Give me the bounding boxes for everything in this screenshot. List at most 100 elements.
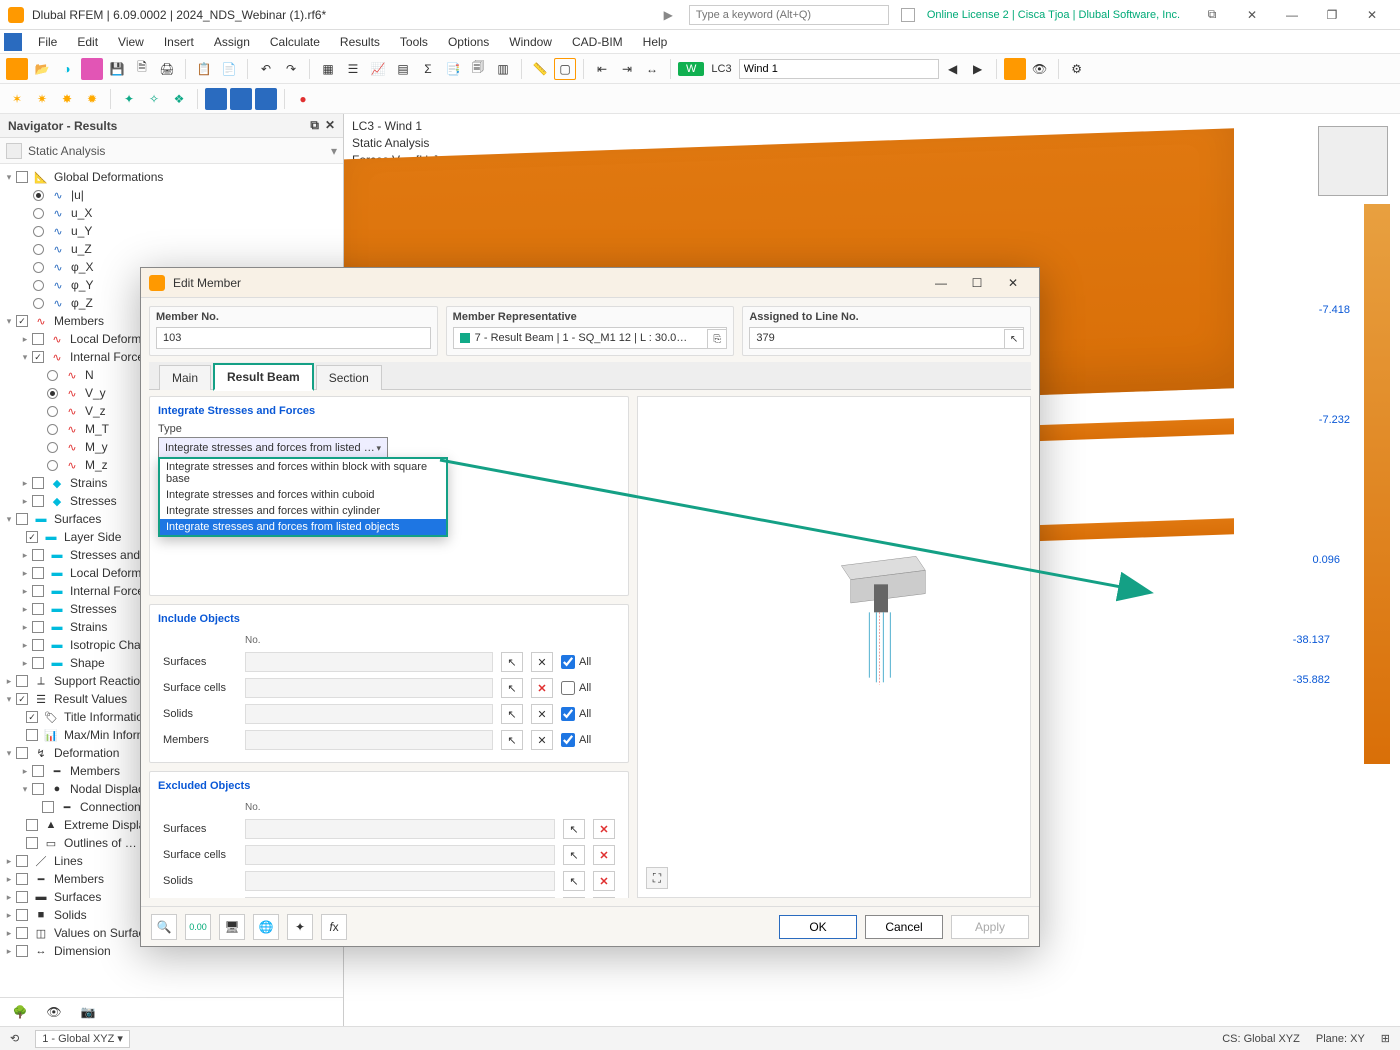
dialog-titlebar[interactable]: Edit Member — ☐ ✕ [141,268,1039,298]
fx-icon[interactable]: fx [321,914,347,940]
clear-icon[interactable]: ✕ [593,845,615,865]
result-off-icon[interactable]: 👁 [1029,58,1051,80]
tree-mz[interactable]: M_z [85,458,108,472]
rep-pick-icon[interactable]: ⎘ [707,329,727,349]
sheet-icon[interactable]: ▥ [492,58,514,80]
star2-icon[interactable]: ✷ [31,88,53,110]
new-icon[interactable] [6,58,28,80]
ok-button[interactable]: OK [779,915,857,939]
result-on-icon[interactable] [1004,58,1026,80]
menu-view[interactable]: View [108,30,154,54]
dialog-preview[interactable]: ⛶ [637,396,1031,898]
tree-ux[interactable]: u_X [71,206,92,220]
menu-logo-icon[interactable] [4,33,22,51]
next-icon[interactable]: ▶ [967,58,989,80]
close-sub-icon[interactable]: ✕ [1232,1,1272,29]
tree-phix[interactable]: φ_X [71,260,93,274]
type-combo[interactable]: Integrate stresses and forces from liste… [158,437,388,459]
tree-surfaces[interactable]: Surfaces [54,512,101,526]
help-icon[interactable]: 🔍 [151,914,177,940]
doc-icon[interactable]: 🗐 [467,58,489,80]
menu-cadbim[interactable]: CAD-BIM [562,30,633,54]
star3-icon[interactable]: ✸ [56,88,78,110]
tree-shape[interactable]: Shape [70,656,105,670]
grid-icon[interactable]: ▤ [392,58,414,80]
stretch-icon[interactable]: ↔ [641,58,663,80]
table-icon[interactable]: ▦ [317,58,339,80]
menu-assign[interactable]: Assign [204,30,260,54]
tree-solids[interactable]: Solids [54,908,87,922]
pin-icon[interactable]: ⧉ [310,118,319,133]
clear-icon[interactable]: ✕ [531,730,553,750]
exc-solids-input[interactable] [245,871,555,891]
menu-help[interactable]: Help [633,30,678,54]
inc-solids-all[interactable] [561,707,575,721]
dialog-minimize-icon[interactable]: — [923,271,959,295]
open-icon[interactable]: 📂 [31,58,53,80]
inc-members-input[interactable] [245,730,493,750]
cloud-icon[interactable]: ◑ [56,58,78,80]
menu-insert[interactable]: Insert [154,30,204,54]
preview-tool-icon[interactable]: ⛶ [646,867,668,889]
maximize-button[interactable]: ❐ [1312,1,1352,29]
report-icon[interactable]: 📑 [442,58,464,80]
nav-data-icon[interactable]: 🌳 [8,1002,32,1022]
inc-members-all[interactable] [561,733,575,747]
dd-option-block[interactable]: Integrate stresses and forces within blo… [160,459,446,487]
tree-result-vals[interactable]: Result Values [54,692,127,706]
highlight-icon[interactable]: ▢ [554,58,576,80]
tree-surfaces2[interactable]: Surfaces [54,890,101,904]
inc-surfaces-all[interactable] [561,655,575,669]
tree1-icon[interactable]: ✦ [118,88,140,110]
cancel-button[interactable]: Cancel [865,915,943,939]
units-icon[interactable]: 0.00 [185,914,211,940]
cube2-icon[interactable] [230,88,252,110]
clear-icon[interactable]: ✕ [593,897,615,898]
pick-icon[interactable]: ↖ [563,845,585,865]
paste-icon[interactable]: 📄 [218,58,240,80]
restore-down-icon[interactable]: ⧉ [1192,1,1232,29]
redo-icon[interactable]: ↷ [280,58,302,80]
menu-edit[interactable]: Edit [67,30,108,54]
search-input[interactable] [689,5,889,25]
menu-file[interactable]: File [28,30,67,54]
globe-icon[interactable]: 🌐 [253,914,279,940]
status-icon[interactable]: ⟲ [10,1032,19,1045]
tree-phiz[interactable]: φ_Z [71,296,93,310]
tree-deformation[interactable]: Deformation [54,746,119,760]
list-icon[interactable]: ☰ [342,58,364,80]
inc-surfaces-input[interactable] [245,652,493,672]
cube3-icon[interactable] [255,88,277,110]
tree-dimension[interactable]: Dimension [54,944,111,958]
inc-solids-input[interactable] [245,704,493,724]
dd-option-cylinder[interactable]: Integrate stresses and forces within cyl… [160,503,446,519]
tree-stresses2[interactable]: Stresses [70,602,117,616]
tree-title-info[interactable]: Title Information [64,710,150,724]
save-icon[interactable]: 💾 [106,58,128,80]
tree-uz[interactable]: u_Z [71,242,92,256]
apply-button[interactable]: Apply [951,915,1029,939]
tree-my[interactable]: M_y [85,440,108,454]
analysis-icon[interactable] [6,143,22,159]
tree-layer-side[interactable]: Layer Side [64,530,121,544]
tree-internal-forces[interactable]: Internal Forces [70,350,150,364]
pick-icon[interactable]: ↖ [501,678,523,698]
tab-main[interactable]: Main [159,365,211,390]
tree-outlines[interactable]: Outlines of … [64,836,137,850]
view-cube[interactable] [1318,126,1388,196]
square-icon[interactable] [901,8,915,22]
project-combo[interactable]: 1 - Global XYZ ▾ [35,1030,130,1048]
tree-stresses[interactable]: Stresses [70,494,117,508]
exc-members-input[interactable] [245,897,555,898]
align2-icon[interactable]: ⇥ [616,58,638,80]
clear-icon[interactable]: ✕ [593,819,615,839]
block-icon[interactable] [81,58,103,80]
tree-members[interactable]: Members [54,314,104,328]
pick-icon[interactable]: ↖ [501,652,523,672]
star1-icon[interactable]: ✶ [6,88,28,110]
nav-eye-icon[interactable]: 👁 [42,1002,66,1022]
desk-icon[interactable]: 🖥 [219,914,245,940]
undo-icon[interactable]: ↶ [255,58,277,80]
minimize-button[interactable]: — [1272,1,1312,29]
cube1-icon[interactable] [205,88,227,110]
